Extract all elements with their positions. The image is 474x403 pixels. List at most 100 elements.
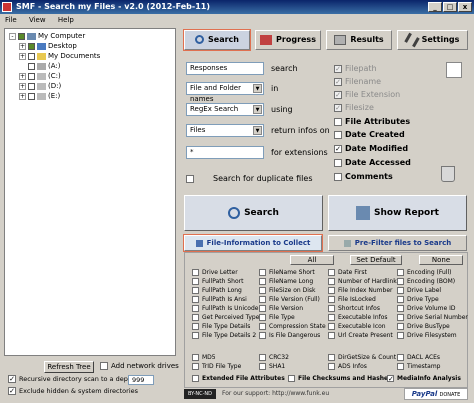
tab-search[interactable]: Search [183, 29, 251, 51]
return-infos-select[interactable]: Files ▼ [186, 124, 264, 137]
attr-option[interactable]: Drive Filesystem [397, 331, 457, 340]
attr-option[interactable]: Executable Infos [328, 313, 388, 322]
tab-progress[interactable]: Progress [255, 30, 321, 50]
attr-option[interactable]: Shortcut Infos [328, 304, 380, 313]
checksums-option[interactable]: File Checksums and Hashes [288, 374, 392, 383]
attr-option[interactable]: File Version (Full) [259, 295, 320, 304]
attr-option[interactable]: File Version [259, 304, 303, 313]
attr-option[interactable]: FileName Long [259, 277, 313, 286]
date-accessed-checkbox[interactable] [334, 158, 342, 167]
attr-option[interactable]: Drive Volume ID [397, 304, 456, 313]
depth-input[interactable]: 999 [128, 375, 154, 385]
exclude-hidden-option[interactable]: ✓ Exclude hidden & system directories [8, 387, 138, 395]
attr-option[interactable]: Number of Hardlinks [328, 277, 400, 286]
attr-option[interactable]: FileSize on Disk [259, 286, 316, 295]
chevron-down-icon[interactable]: ▼ [253, 84, 262, 93]
file-attributes-option[interactable]: File Attributes [334, 117, 410, 126]
date-modified-option[interactable]: ✓ Date Modified [334, 144, 408, 153]
collapse-icon[interactable]: - [9, 32, 16, 40]
attr-option[interactable]: Is File Dangerous [259, 331, 320, 340]
attr-option[interactable]: Date First [328, 268, 367, 277]
expand-icon[interactable]: + [19, 42, 26, 50]
duplicates-option[interactable]: Search for duplicate files [186, 174, 313, 183]
duplicates-checkbox[interactable] [186, 174, 194, 183]
attr-option[interactable]: Executable Icon [328, 322, 386, 331]
search-scope-select[interactable]: File and Folder names ▼ [186, 82, 264, 103]
attr-option[interactable]: Drive Letter [192, 268, 238, 277]
attr-option[interactable]: Encoding (BOM) [397, 277, 455, 286]
attr-option[interactable]: MD5 [192, 353, 216, 362]
search-button[interactable]: Search [184, 195, 323, 231]
expand-icon[interactable]: + [19, 72, 26, 80]
date-accessed-option[interactable]: Date Accessed [334, 158, 411, 167]
attr-option[interactable]: DACL ACEs [397, 353, 440, 362]
search-method-select[interactable]: RegEx Search ▼ [186, 103, 264, 116]
attr-option[interactable]: Drive Type [397, 295, 439, 304]
attr-option[interactable]: CRC32 [259, 353, 289, 362]
attr-option[interactable]: File Type [259, 313, 295, 322]
attr-option[interactable]: FullPath Long [192, 286, 242, 295]
tree-checkbox[interactable] [28, 72, 35, 80]
extended-attributes-option[interactable]: Extended File Attributes [192, 374, 285, 383]
attr-option[interactable]: Drive BusType [397, 322, 450, 331]
tab-pre-filter[interactable]: Pre-Filter files to Search [328, 235, 467, 251]
file-attributes-checkbox[interactable] [334, 117, 342, 126]
add-network-drives-checkbox[interactable] [100, 362, 108, 370]
tree-checkbox[interactable] [28, 52, 35, 60]
comments-checkbox[interactable] [334, 172, 342, 181]
chevron-down-icon[interactable]: ▼ [253, 105, 262, 114]
show-report-button[interactable]: Show Report [328, 195, 467, 231]
attr-option[interactable]: Get Perceived Type [192, 313, 259, 322]
attr-option[interactable]: Timestamp [397, 362, 441, 371]
date-modified-checkbox[interactable]: ✓ [334, 144, 342, 153]
attr-option[interactable]: FullPath Is Unicode [192, 304, 258, 313]
date-created-option[interactable]: Date Created [334, 130, 405, 139]
support-link[interactable]: For our support: http://www.funk.eu [222, 390, 329, 397]
tree-node-drive-e[interactable]: + (E:) [19, 91, 60, 102]
file-properties-icon[interactable] [446, 62, 462, 78]
attr-option[interactable]: DirGetSize & Count [328, 353, 396, 362]
attr-option[interactable]: Drive Serial Number [397, 313, 468, 322]
attr-option[interactable]: File Index Number [328, 286, 392, 295]
extensions-input[interactable]: * [186, 146, 264, 159]
attr-option[interactable]: File Type Details [192, 322, 250, 331]
chevron-down-icon[interactable]: ▼ [253, 126, 262, 135]
tab-settings[interactable]: Settings [397, 30, 468, 50]
mediainfo-option[interactable]: ✓ MediaInfo Analysis [387, 374, 461, 383]
comments-option[interactable]: Comments [334, 172, 393, 181]
search-term-input[interactable]: Responses [186, 62, 264, 75]
minimize-button[interactable]: _ [428, 2, 442, 12]
attr-option[interactable]: Drive Label [397, 286, 441, 295]
menu-help[interactable]: Help [53, 16, 79, 24]
menu-file[interactable]: File [0, 16, 22, 24]
attr-option[interactable]: Encoding (Full) [397, 268, 452, 277]
expand-icon[interactable]: + [19, 52, 26, 60]
tab-results[interactable]: Results [326, 30, 392, 50]
attr-option[interactable]: File Type Details 2 [192, 331, 256, 340]
tree-checkbox[interactable] [28, 82, 35, 90]
attr-option[interactable]: Url Create Present [328, 331, 393, 340]
attr-option[interactable]: ADS Infos [328, 362, 367, 371]
tree-checkbox[interactable] [28, 62, 35, 70]
refresh-tree-button[interactable]: Refresh Tree [44, 361, 94, 373]
set-default-button[interactable]: Set Default [350, 255, 402, 265]
menu-view[interactable]: View [24, 16, 51, 24]
add-network-drives-option[interactable]: Add network drives [100, 362, 179, 370]
attr-option[interactable]: FileName Short [259, 268, 315, 277]
license-badge[interactable]: BY-NC-ND [184, 389, 216, 399]
attr-option[interactable]: FullPath Is Ansi [192, 295, 247, 304]
maximize-button[interactable]: □ [443, 2, 457, 12]
attr-option[interactable]: SHA1 [259, 362, 285, 371]
paypal-donate-button[interactable]: PayPal DONATE [404, 388, 468, 400]
folder-tree[interactable]: - My Computer + Desktop + My Documents (A:)… [4, 28, 176, 356]
attr-option[interactable]: TrID File Type [192, 362, 241, 371]
tab-file-information[interactable]: File-Information to Collect [183, 234, 323, 252]
trash-icon[interactable] [441, 166, 455, 182]
none-button[interactable]: None [419, 255, 463, 265]
attr-option[interactable]: File IsLocked [328, 295, 376, 304]
tree-checkbox[interactable] [28, 42, 35, 50]
expand-icon[interactable]: + [19, 82, 26, 90]
recursive-scan-option[interactable]: ✓ Recursive directory scan to a depth of [8, 375, 143, 383]
date-created-checkbox[interactable] [334, 130, 342, 139]
close-button[interactable]: x [458, 2, 472, 12]
